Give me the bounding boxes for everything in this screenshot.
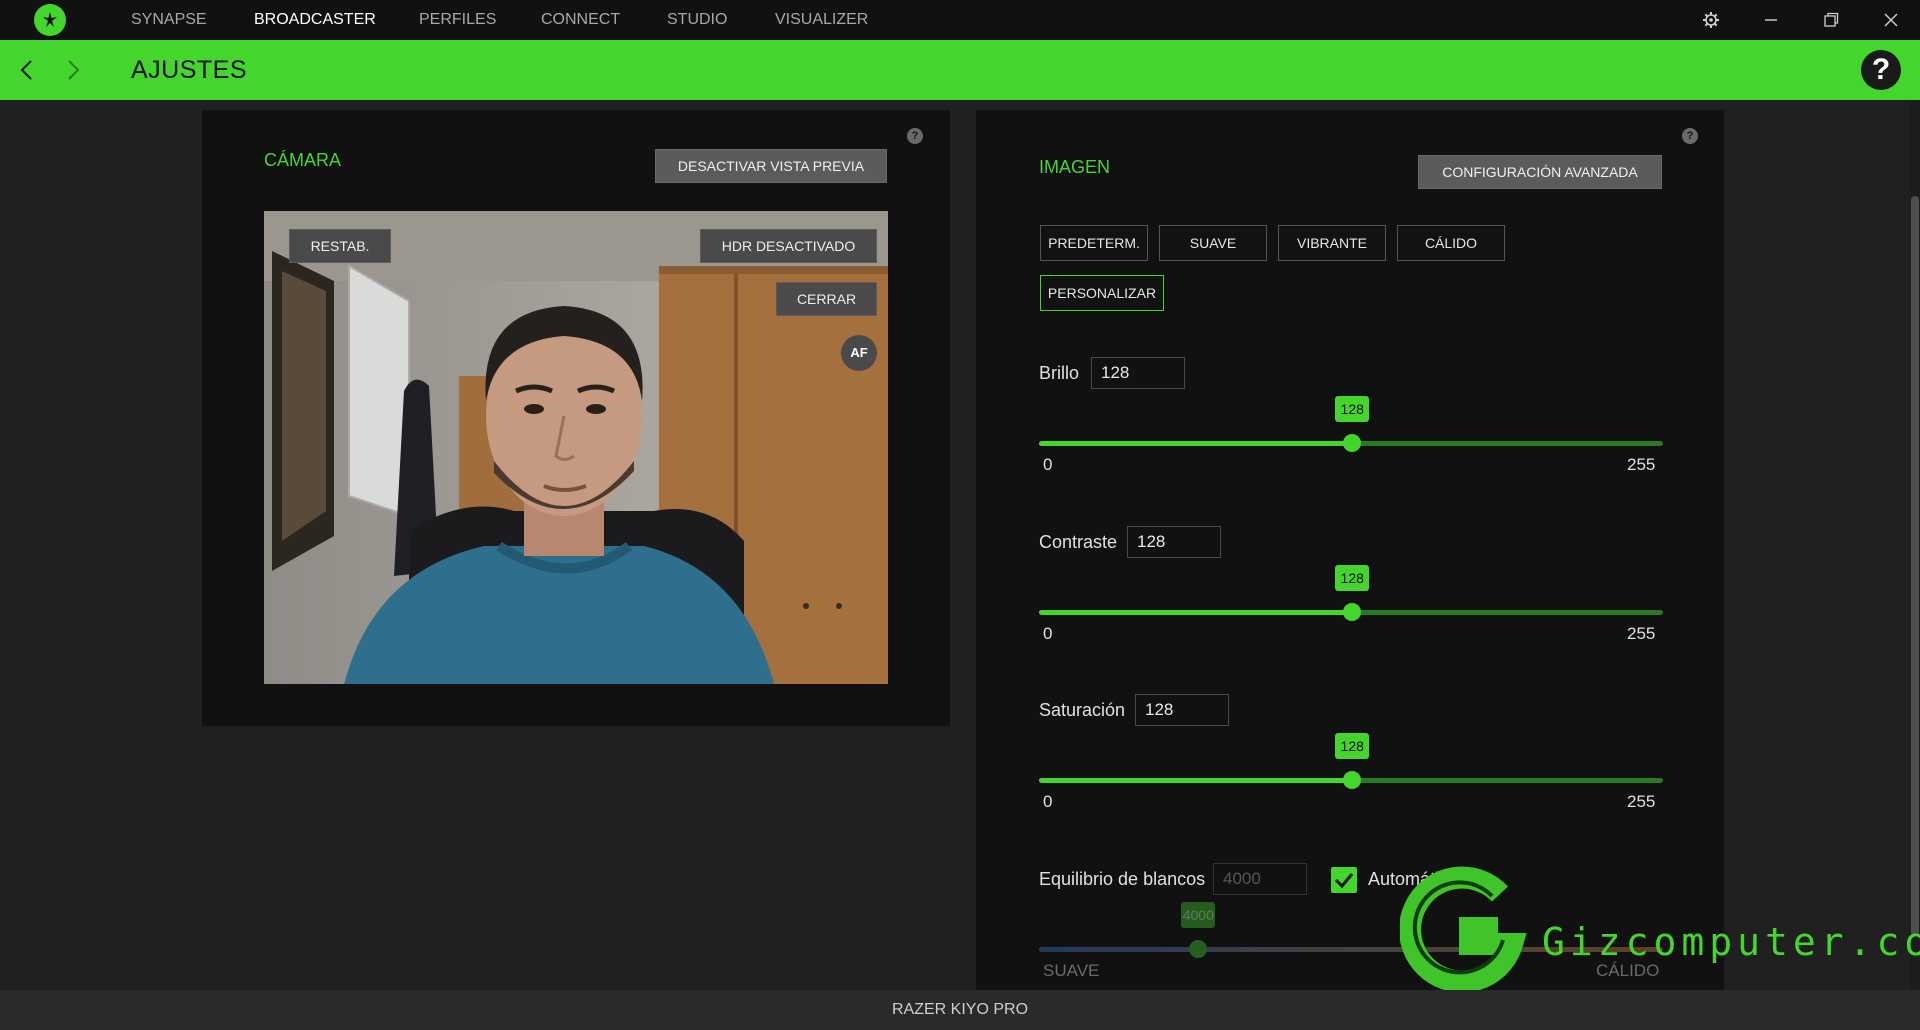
watermark-text: Gizcomputer.com bbox=[1542, 920, 1920, 964]
saturation-slider[interactable]: 128 bbox=[1039, 733, 1663, 789]
contrast-max-label: 255 bbox=[1627, 624, 1656, 643]
minimize-icon[interactable] bbox=[1741, 0, 1801, 40]
gizcomputer-logo-icon bbox=[1400, 866, 1527, 993]
top-bar: SYNAPSE BROADCASTER PERFILES CONNECT STU… bbox=[0, 0, 1920, 40]
image-help-icon[interactable]: ? bbox=[1682, 128, 1698, 144]
forward-arrow-icon[interactable] bbox=[59, 54, 89, 86]
tab-synapse[interactable]: SYNAPSE bbox=[131, 0, 207, 40]
close-window-icon[interactable] bbox=[1861, 0, 1920, 40]
razer-logo-icon[interactable] bbox=[34, 4, 66, 36]
scrollbar-thumb[interactable] bbox=[1911, 196, 1919, 936]
tab-studio[interactable]: STUDIO bbox=[667, 0, 727, 40]
contrast-slider-fill bbox=[1039, 610, 1353, 615]
image-title: IMAGEN bbox=[1039, 157, 1111, 177]
preset-custom[interactable]: PERSONALIZAR bbox=[1040, 275, 1164, 311]
white-balance-slider-tooltip: 4000 bbox=[1181, 902, 1216, 928]
white-balance-label: Equilibrio de blancos bbox=[1039, 869, 1206, 889]
saturation-min-label: 0 bbox=[1043, 792, 1053, 811]
camera-title: CÁMARA bbox=[264, 150, 342, 170]
page-header: AJUSTES ? bbox=[0, 40, 1920, 100]
brightness-slider[interactable]: 128 bbox=[1039, 396, 1663, 452]
preset-warm[interactable]: CÁLIDO bbox=[1397, 225, 1505, 261]
contrast-slider-tooltip: 128 bbox=[1335, 565, 1370, 591]
brightness-slider-fill bbox=[1039, 441, 1353, 446]
back-arrow-icon[interactable] bbox=[11, 54, 41, 86]
saturation-max-label: 255 bbox=[1627, 792, 1656, 811]
advanced-settings-button[interactable]: CONFIGURACIÓN AVANZADA bbox=[1418, 155, 1662, 189]
brightness-label: Brillo bbox=[1039, 363, 1080, 383]
saturation-slider-tooltip: 128 bbox=[1335, 733, 1370, 759]
close-overlay-button[interactable]: CERRAR bbox=[776, 282, 877, 316]
preset-vibrant[interactable]: VIBRANTE bbox=[1278, 225, 1386, 261]
contrast-slider[interactable]: 128 bbox=[1039, 565, 1663, 621]
brightness-slider-tooltip: 128 bbox=[1335, 396, 1370, 422]
reset-button[interactable]: RESTAB. bbox=[289, 229, 391, 263]
disable-preview-button[interactable]: DESACTIVAR VISTA PREVIA bbox=[655, 149, 887, 183]
settings-gear-icon[interactable] bbox=[1681, 0, 1741, 40]
saturation-slider-fill bbox=[1039, 778, 1353, 783]
camera-help-icon[interactable]: ? bbox=[907, 128, 923, 144]
contrast-input[interactable]: 128 bbox=[1127, 526, 1221, 558]
saturation-input[interactable]: 128 bbox=[1135, 694, 1229, 726]
tab-perfiles[interactable]: PERFILES bbox=[419, 0, 496, 40]
page-title: AJUSTES bbox=[131, 56, 248, 84]
restore-icon[interactable] bbox=[1801, 0, 1861, 40]
auto-white-balance-checkbox[interactable] bbox=[1331, 867, 1357, 893]
brightness-max-label: 255 bbox=[1627, 455, 1656, 474]
white-balance-input: 4000 bbox=[1213, 863, 1307, 895]
tab-visualizer[interactable]: VISUALIZER bbox=[775, 0, 868, 40]
preset-soft[interactable]: SUAVE bbox=[1159, 225, 1267, 261]
hdr-toggle-button[interactable]: HDR DESACTIVADO bbox=[700, 229, 877, 263]
white-balance-min-label: SUAVE bbox=[1043, 961, 1100, 980]
autofocus-button[interactable]: AF bbox=[841, 335, 877, 371]
saturation-label: Saturación bbox=[1039, 700, 1126, 720]
checkmark-icon bbox=[1334, 873, 1354, 889]
tab-broadcaster[interactable]: BROADCASTER bbox=[254, 0, 376, 40]
footer-device-name: RAZER KIYO PRO bbox=[0, 990, 1920, 1030]
brightness-input[interactable]: 128 bbox=[1091, 357, 1185, 389]
brightness-min-label: 0 bbox=[1043, 455, 1053, 474]
tab-connect[interactable]: CONNECT bbox=[541, 0, 620, 40]
contrast-min-label: 0 bbox=[1043, 624, 1053, 643]
white-balance-max-label: CÁLIDO bbox=[1596, 961, 1660, 980]
preset-default[interactable]: PREDETERM. bbox=[1040, 225, 1148, 261]
contrast-label: Contraste bbox=[1039, 532, 1118, 552]
help-icon[interactable]: ? bbox=[1861, 50, 1901, 90]
